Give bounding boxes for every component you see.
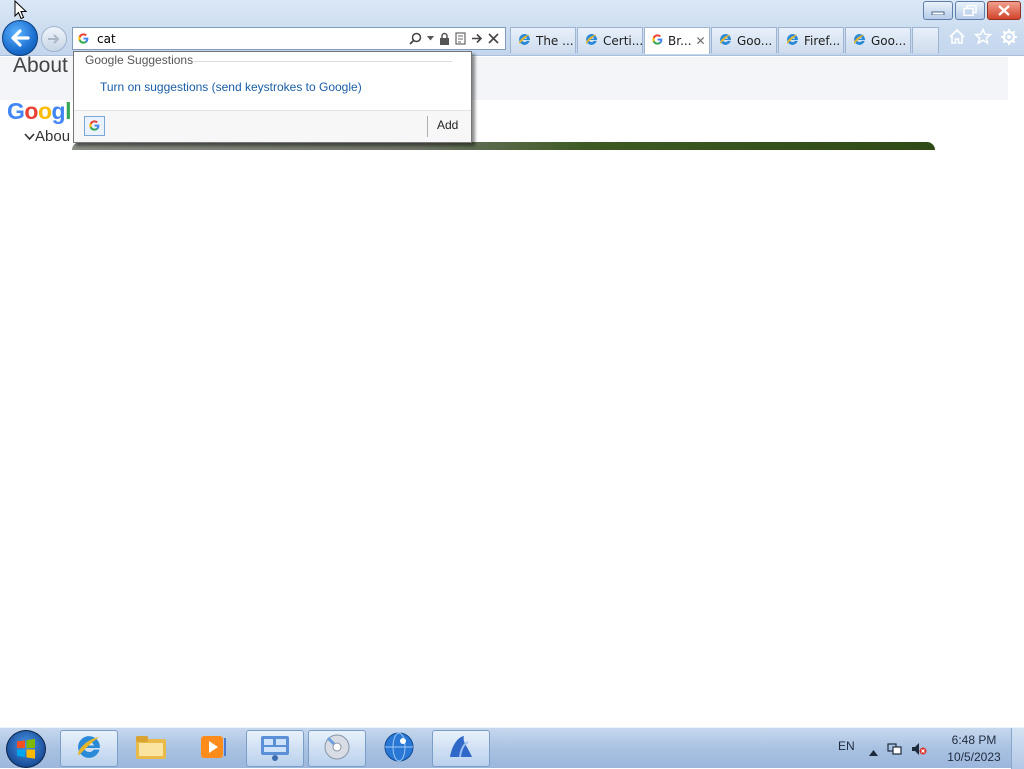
windows-logo-icon	[17, 738, 35, 759]
address-tools	[409, 32, 505, 45]
dvd-disc-icon	[322, 732, 352, 766]
address-bar[interactable]: cat	[72, 27, 506, 50]
network-icon[interactable]	[887, 741, 902, 760]
taskbar-dvd-maker[interactable]	[308, 730, 366, 767]
stop-x-icon[interactable]	[488, 33, 499, 44]
google-logo[interactable]: Googl	[7, 98, 71, 125]
address-input[interactable]: cat	[93, 32, 409, 46]
logo-letter: G	[7, 98, 25, 124]
clock-date: 10/5/2023	[947, 750, 1001, 764]
logo-letter: o	[37, 98, 52, 124]
start-button[interactable]	[6, 730, 46, 768]
system-tray	[869, 741, 927, 760]
lock-icon[interactable]	[439, 32, 450, 45]
taskbar-app-bird[interactable]	[432, 730, 490, 767]
tab-1[interactable]: The ...	[510, 27, 576, 53]
suggestions-heading: Google Suggestions	[85, 53, 194, 67]
tab-close-button[interactable]: ✕	[696, 34, 706, 48]
control-panel-icon	[259, 733, 291, 765]
toolbar-icons	[948, 28, 1018, 46]
taskbar-ie[interactable]	[60, 730, 118, 767]
globe-icon	[383, 731, 415, 767]
mouse-cursor-icon	[14, 0, 28, 20]
close-window-button[interactable]	[987, 1, 1021, 20]
search-suggestions-dropdown: Google Suggestions Turn on suggestions (…	[73, 51, 472, 143]
home-icon[interactable]	[948, 28, 966, 46]
taskbar-browser-globe[interactable]	[370, 730, 428, 767]
favorites-star-icon[interactable]	[974, 28, 992, 46]
dropdown-arrow-icon[interactable]	[427, 36, 434, 41]
forward-button[interactable]	[41, 26, 67, 52]
tab-label: The ...	[536, 33, 574, 48]
show-desktop-button[interactable]	[1011, 728, 1024, 769]
taskbar-media-player[interactable]	[184, 730, 242, 767]
page-title: About	[13, 54, 68, 77]
gear-icon[interactable]	[1000, 28, 1018, 46]
logo-letter: g	[51, 98, 66, 124]
folder-icon	[135, 733, 167, 765]
tab-5[interactable]: Firef...	[778, 27, 844, 53]
heading-divider	[194, 61, 452, 62]
tab-4[interactable]: Goo...	[711, 27, 777, 53]
about-nav-label: Abou	[35, 128, 71, 145]
page-content: About Googl Abou	[0, 54, 1024, 727]
taskbar-control-panel[interactable]	[246, 730, 304, 767]
tab-label: Certi...	[603, 33, 643, 48]
ie-icon	[517, 32, 532, 50]
tab-label: Goo...	[871, 33, 907, 48]
turn-on-suggestions-link[interactable]: Turn on suggestions (send keystrokes to …	[100, 80, 362, 94]
hero-image	[72, 142, 935, 150]
new-tab-button[interactable]	[912, 27, 939, 53]
arrow-right-icon	[48, 34, 60, 44]
show-hidden-icons-arrow-icon[interactable]	[869, 741, 878, 760]
restore-button[interactable]	[955, 1, 985, 20]
search-icon[interactable]	[409, 32, 422, 45]
about-nav-menu[interactable]: Abou	[24, 128, 70, 145]
ie-icon	[852, 32, 867, 50]
tab-6[interactable]: Goo...	[845, 27, 911, 53]
minimize-icon	[931, 11, 945, 15]
minimize-button[interactable]	[923, 1, 953, 20]
tab-label: Firef...	[804, 33, 841, 48]
taskbar: EN 6:48 PM 10/5/2023	[0, 727, 1024, 769]
google-g-icon	[88, 117, 101, 136]
back-button[interactable]	[2, 20, 38, 56]
ie-icon	[74, 732, 104, 766]
taskbar-explorer[interactable]	[122, 730, 180, 767]
google-g-icon	[651, 33, 664, 49]
clock[interactable]: 6:48 PM 10/5/2023	[944, 732, 1004, 766]
clock-time: 6:48 PM	[951, 733, 997, 747]
window-controls	[923, 1, 1021, 20]
restore-icon	[963, 5, 977, 16]
media-player-icon	[198, 733, 228, 765]
browser-chrome: cat The ... Certi... Br... ✕ Goo... Fire…	[0, 0, 1024, 56]
ie-icon	[718, 32, 733, 50]
search-provider-bar: Add	[74, 110, 471, 142]
tab-strip: The ... Certi... Br... ✕ Goo... Firef...…	[510, 27, 939, 54]
language-indicator[interactable]: EN	[838, 739, 855, 753]
close-icon	[998, 5, 1010, 16]
tab-label: Goo...	[737, 33, 773, 48]
chevron-down-icon	[24, 128, 35, 145]
tab-3-active[interactable]: Br... ✕	[644, 27, 710, 54]
google-provider-button[interactable]	[84, 116, 105, 136]
google-g-icon	[73, 32, 93, 45]
volume-muted-icon[interactable]	[911, 741, 927, 760]
bird-app-icon	[446, 733, 476, 765]
logo-letter: o	[24, 98, 38, 124]
arrow-left-icon	[11, 29, 30, 47]
tab-label: Br...	[668, 34, 692, 48]
tab-2[interactable]: Certi...	[577, 27, 643, 53]
add-provider-button[interactable]: Add	[437, 118, 458, 132]
ie-icon	[584, 32, 599, 50]
go-arrow-icon[interactable]	[471, 33, 483, 44]
logo-letter: l	[65, 98, 71, 124]
footer-divider	[427, 116, 428, 137]
compatibility-view-icon[interactable]	[455, 32, 466, 45]
ie-icon	[785, 32, 800, 50]
